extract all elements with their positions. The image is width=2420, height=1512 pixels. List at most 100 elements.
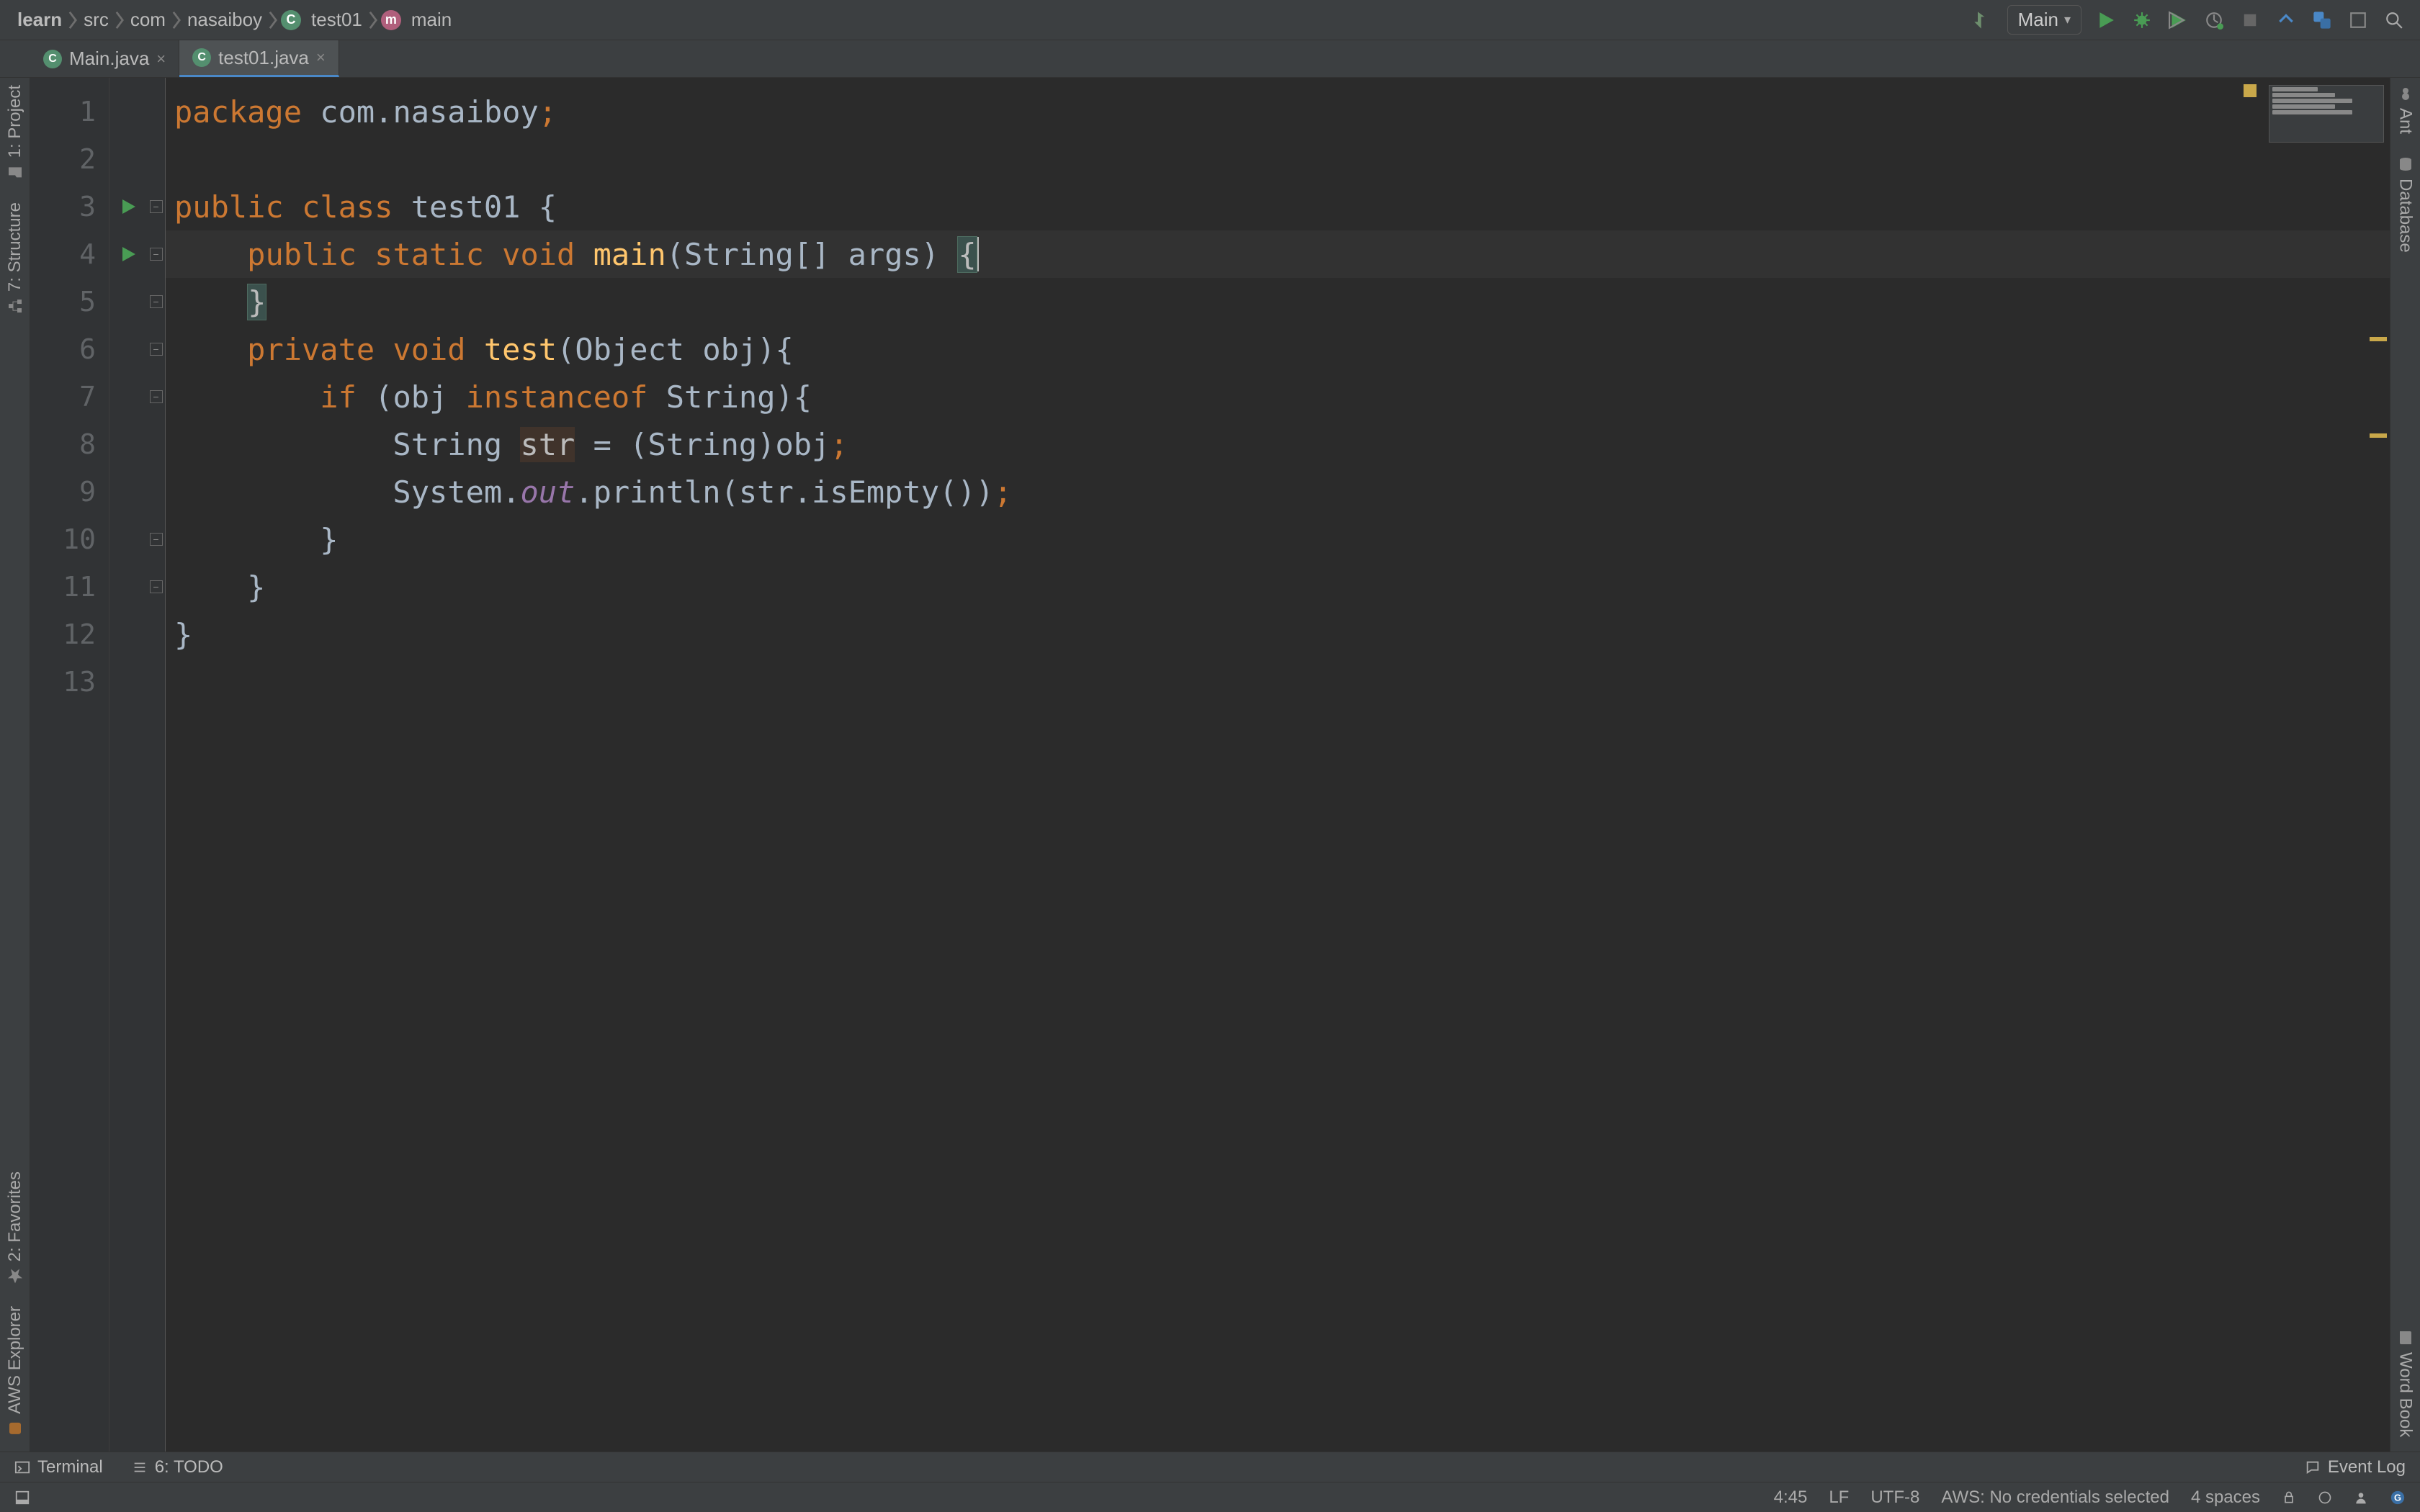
- run-configuration-selector[interactable]: Main ▾: [2007, 5, 2081, 35]
- terminal-tool-button[interactable]: Terminal: [14, 1457, 103, 1477]
- line-number[interactable]: 12: [30, 611, 109, 658]
- line-number[interactable]: 8: [30, 420, 109, 468]
- line-number[interactable]: 1: [30, 88, 109, 135]
- code-line[interactable]: String str = (String)obj;: [166, 420, 2390, 468]
- breadcrumb-item[interactable]: nasaiboy: [184, 9, 265, 31]
- coverage-button[interactable]: [2166, 9, 2190, 32]
- breadcrumb-item[interactable]: com: [127, 9, 169, 31]
- book-icon: [2397, 1329, 2414, 1346]
- code-area[interactable]: package com.nasaiboy; public class test01…: [166, 78, 2390, 1452]
- code-line[interactable]: public class test01 {: [166, 183, 2390, 230]
- project-tool-button[interactable]: 1: Project: [5, 85, 25, 181]
- main-area: 1: Project 7: Structure 2: Favorites AWS…: [0, 78, 2420, 1452]
- line-separator[interactable]: LF: [1829, 1488, 1849, 1508]
- file-encoding[interactable]: UTF-8: [1870, 1488, 1919, 1508]
- run-line-icon[interactable]: [120, 246, 137, 263]
- code-line[interactable]: }: [166, 278, 2390, 325]
- editor-tabs-bar: C Main.java × C test01.java ×: [0, 40, 2420, 78]
- code-line[interactable]: [166, 135, 2390, 183]
- star-icon: [6, 1267, 24, 1284]
- chevron-right-icon: [268, 10, 278, 30]
- line-number[interactable]: 9: [30, 468, 109, 516]
- code-line[interactable]: }: [166, 563, 2390, 611]
- code-line[interactable]: if (obj instanceof String){: [166, 373, 2390, 420]
- close-icon[interactable]: ×: [316, 48, 326, 67]
- fold-toggle-icon[interactable]: −: [150, 343, 163, 356]
- debug-button[interactable]: [2130, 9, 2154, 32]
- line-number[interactable]: 11: [30, 563, 109, 611]
- tab-main-java[interactable]: C Main.java ×: [30, 40, 179, 77]
- line-number[interactable]: 10: [30, 516, 109, 563]
- editor[interactable]: 12345678910111213 −−−−−−− package com.na…: [30, 78, 2390, 1452]
- code-line[interactable]: [166, 658, 2390, 706]
- favorites-tool-button[interactable]: 2: Favorites: [5, 1171, 25, 1284]
- database-icon: [2397, 156, 2414, 173]
- left-tool-strip: 1: Project 7: Structure 2: Favorites AWS…: [0, 78, 30, 1452]
- error-stripe[interactable]: [2375, 78, 2387, 1452]
- vcs-update-icon[interactable]: [2275, 9, 2298, 32]
- ant-tool-button[interactable]: Ant: [2396, 85, 2416, 134]
- code-minimap[interactable]: [2269, 85, 2384, 143]
- fold-toggle-icon[interactable]: −: [150, 248, 163, 261]
- code-line[interactable]: private void test(Object obj){: [166, 325, 2390, 373]
- run-config-label: Main: [2018, 9, 2058, 31]
- goland-icon[interactable]: G: [2390, 1490, 2406, 1506]
- line-number[interactable]: 4: [30, 230, 109, 278]
- aws-explorer-tool-button[interactable]: AWS Explorer: [5, 1306, 25, 1437]
- tab-label: Main.java: [69, 48, 149, 70]
- code-line[interactable]: }: [166, 611, 2390, 658]
- structure-icon: [6, 297, 24, 315]
- memory-indicator-icon[interactable]: [2318, 1490, 2332, 1505]
- warning-marker[interactable]: [2370, 337, 2387, 341]
- class-icon: C: [192, 48, 211, 67]
- structure-tool-button[interactable]: 7: Structure: [5, 202, 25, 315]
- fold-toggle-icon[interactable]: −: [150, 295, 163, 308]
- readonly-toggle-icon[interactable]: [2282, 1490, 2296, 1505]
- fold-toggle-icon[interactable]: −: [150, 390, 163, 403]
- event-log-tool-button[interactable]: Event Log: [2305, 1457, 2406, 1477]
- search-everywhere-icon[interactable]: [2383, 9, 2406, 32]
- run-line-icon[interactable]: [120, 198, 137, 215]
- breadcrumb-item[interactable]: learn: [14, 9, 65, 31]
- line-number[interactable]: 7: [30, 373, 109, 420]
- caret-position[interactable]: 4:45: [1774, 1488, 1808, 1508]
- fold-toggle-icon[interactable]: −: [150, 580, 163, 593]
- todo-tool-button[interactable]: 6: TODO: [132, 1457, 223, 1477]
- fold-toggle-icon[interactable]: −: [150, 533, 163, 546]
- line-number[interactable]: 5: [30, 278, 109, 325]
- build-icon[interactable]: [1971, 9, 1994, 32]
- breadcrumb-item[interactable]: test01: [308, 9, 365, 31]
- translate-icon[interactable]: [2311, 9, 2334, 32]
- bottom-tool-bar: Terminal 6: TODO Event Log: [0, 1452, 2420, 1482]
- breadcrumb-item[interactable]: main: [408, 9, 454, 31]
- code-line[interactable]: }: [166, 516, 2390, 563]
- speech-bubble-icon: [2305, 1459, 2321, 1475]
- code-line[interactable]: package com.nasaiboy;: [166, 88, 2390, 135]
- stop-button[interactable]: [2238, 9, 2262, 32]
- line-number[interactable]: 3: [30, 183, 109, 230]
- warning-indicator-icon: [2244, 84, 2257, 97]
- breadcrumb-item[interactable]: src: [81, 9, 112, 31]
- line-number[interactable]: 6: [30, 325, 109, 373]
- line-number[interactable]: 2: [30, 135, 109, 183]
- fold-toggle-icon[interactable]: −: [150, 200, 163, 213]
- window-icon: [14, 1490, 30, 1506]
- wordbook-tool-button[interactable]: Word Book: [2396, 1329, 2416, 1437]
- profile-button[interactable]: [2202, 9, 2226, 32]
- database-tool-button[interactable]: Database: [2396, 156, 2416, 253]
- code-line[interactable]: System.out.println(str.isEmpty());: [166, 468, 2390, 516]
- close-icon[interactable]: ×: [156, 50, 166, 68]
- breadcrumb: learn src com nasaiboy C test01 m main: [14, 9, 454, 31]
- inspection-profile-icon[interactable]: [2354, 1490, 2368, 1505]
- tab-test01-java[interactable]: C test01.java ×: [179, 40, 339, 77]
- indent-setting[interactable]: 4 spaces: [2191, 1488, 2260, 1508]
- code-line[interactable]: public static void main(String[] args) {: [166, 230, 2390, 278]
- run-button[interactable]: [2094, 9, 2118, 32]
- line-number[interactable]: 13: [30, 658, 109, 706]
- warning-marker[interactable]: [2370, 433, 2387, 438]
- ide-settings-icon[interactable]: [2347, 9, 2370, 32]
- run-gutter: [109, 78, 147, 1452]
- svg-text:G: G: [2394, 1492, 2401, 1503]
- aws-status[interactable]: AWS: No credentials selected: [1941, 1488, 2169, 1508]
- tool-window-quick-access[interactable]: [14, 1490, 30, 1506]
